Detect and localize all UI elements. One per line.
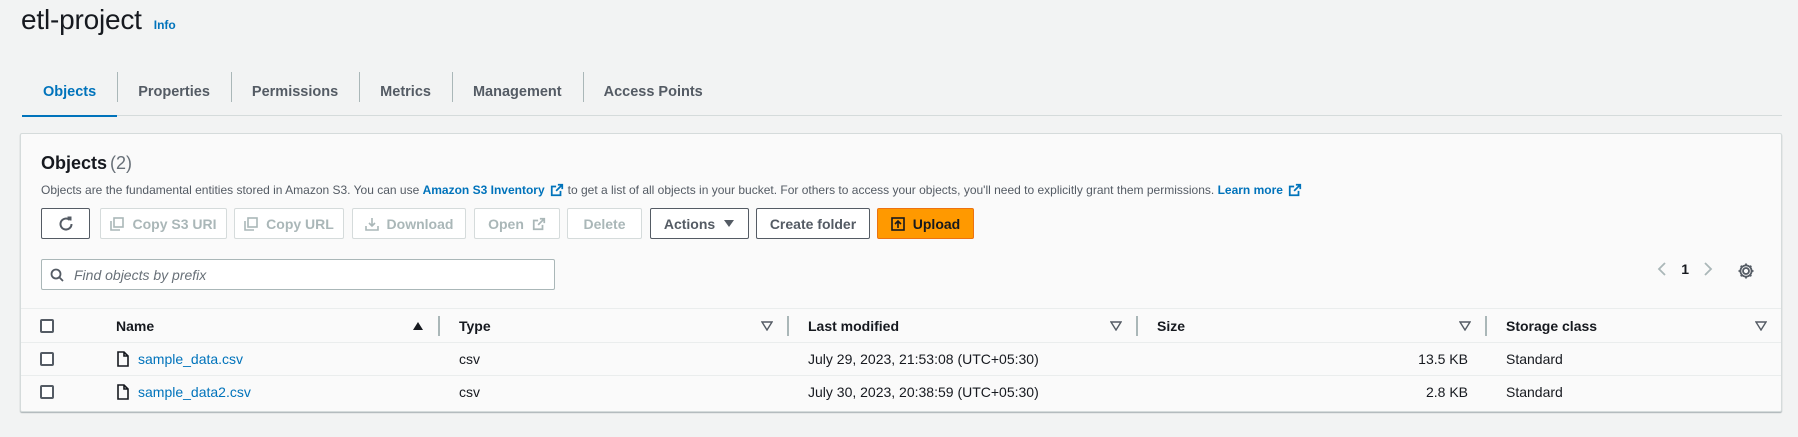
search-input[interactable]	[74, 266, 544, 283]
open-button[interactable]: Open	[474, 208, 560, 239]
caret-down-icon	[724, 219, 735, 227]
download-label: Download	[386, 215, 454, 232]
sort-icon	[1755, 320, 1767, 331]
copy-url-label: Copy URL	[266, 215, 334, 232]
create-folder-label: Create folder	[769, 215, 857, 232]
select-all-checkbox[interactable]	[40, 318, 54, 333]
panel-title: Objects (2)	[41, 153, 132, 174]
object-size: 13.5 KB	[1418, 351, 1468, 367]
sort-icon	[1459, 320, 1471, 331]
tab-access-points[interactable]: Access Points	[582, 68, 724, 116]
s3-inventory-link[interactable]: Amazon S3 Inventory	[423, 183, 545, 197]
tab-bar: Objects Properties Permissions Metrics M…	[22, 68, 1782, 117]
object-count: (2)	[110, 153, 133, 173]
column-header-last-modified[interactable]: Last modified	[789, 315, 1138, 336]
table-row[interactable]: sample_data.csv csv July 29, 2023, 21:53…	[21, 343, 1781, 375]
objects-panel: Objects (2) Objects are the fundamental e…	[20, 133, 1782, 412]
description-text: Objects are the fundamental entities sto…	[41, 183, 420, 197]
panel-title-text: Objects	[41, 153, 108, 173]
download-button[interactable]: Download	[352, 208, 466, 239]
table-header: Name Type Last modified Size Storage cla…	[21, 309, 1781, 343]
copy-s3-uri-label: Copy S3 URI	[132, 215, 217, 232]
upload-label: Upload	[912, 215, 961, 232]
copy-icon	[244, 216, 258, 231]
upload-icon	[890, 216, 905, 231]
open-label: Open	[488, 215, 524, 232]
object-type: csv	[459, 383, 480, 400]
refresh-icon	[59, 216, 73, 231]
pagination: 1	[1657, 261, 1713, 277]
description-text-after: to get a list of all objects in your buc…	[567, 183, 1215, 197]
actions-label: Actions	[663, 215, 716, 232]
object-name-link[interactable]: sample_data2.csv	[138, 384, 251, 400]
sort-icon	[1110, 320, 1122, 331]
row-checkbox[interactable]	[40, 352, 54, 366]
column-header-size[interactable]: Size	[1138, 315, 1487, 336]
chevron-left-icon[interactable]	[1657, 261, 1667, 277]
search-icon	[50, 268, 64, 282]
external-link-icon	[1288, 183, 1302, 197]
tab-properties[interactable]: Properties	[117, 68, 231, 116]
column-header-storage-class[interactable]: Storage class	[1487, 309, 1781, 342]
object-type: csv	[459, 351, 480, 367]
file-icon	[117, 383, 129, 400]
delete-button[interactable]: Delete	[567, 208, 642, 239]
sort-ascending-icon	[413, 321, 423, 330]
gear-icon[interactable]	[1737, 262, 1755, 280]
upload-button[interactable]: Upload	[877, 208, 974, 239]
file-icon	[117, 351, 129, 367]
tab-permissions[interactable]: Permissions	[230, 68, 359, 116]
copy-url-button[interactable]: Copy URL	[234, 208, 344, 239]
page-header: etl-project Info	[21, 4, 176, 36]
tab-management[interactable]: Management	[451, 68, 583, 116]
table-row[interactable]: sample_data2.csv csv July 30, 2023, 20:3…	[21, 375, 1781, 407]
object-storage-class: Standard	[1506, 383, 1563, 400]
copy-s3-uri-button[interactable]: Copy S3 URI	[100, 208, 227, 239]
object-size: 2.8 KB	[1425, 383, 1468, 400]
object-storage-class: Standard	[1506, 351, 1563, 367]
chevron-right-icon[interactable]	[1703, 261, 1713, 277]
actions-dropdown[interactable]: Actions	[650, 208, 749, 239]
panel-description: Objects are the fundamental entities sto…	[41, 183, 1306, 197]
objects-table: Name Type Last modified Size Storage cla…	[21, 308, 1781, 407]
object-name-link[interactable]: sample_data.csv	[138, 351, 243, 367]
tab-metrics[interactable]: Metrics	[359, 68, 452, 116]
refresh-button[interactable]	[41, 208, 90, 239]
sort-icon	[761, 320, 773, 331]
learn-more-link[interactable]: Learn more	[1218, 183, 1283, 197]
column-header-name[interactable]: Name	[91, 315, 440, 336]
object-last-modified: July 30, 2023, 20:38:59 (UTC+05:30)	[808, 383, 1039, 400]
copy-icon	[110, 216, 125, 231]
object-last-modified: July 29, 2023, 21:53:08 (UTC+05:30)	[808, 351, 1039, 367]
delete-label: Delete	[583, 215, 626, 232]
search-box	[41, 259, 555, 290]
external-link-icon	[532, 217, 546, 230]
select-all-cell	[21, 309, 91, 342]
tab-objects[interactable]: Objects	[22, 68, 118, 117]
column-header-type[interactable]: Type	[440, 315, 789, 336]
info-link[interactable]: Info	[154, 18, 176, 32]
row-checkbox[interactable]	[40, 384, 54, 399]
download-icon	[364, 217, 379, 231]
create-folder-button[interactable]: Create folder	[756, 208, 870, 239]
page-title: etl-project	[21, 4, 142, 35]
external-link-icon	[550, 183, 563, 197]
page-number[interactable]: 1	[1681, 261, 1689, 277]
